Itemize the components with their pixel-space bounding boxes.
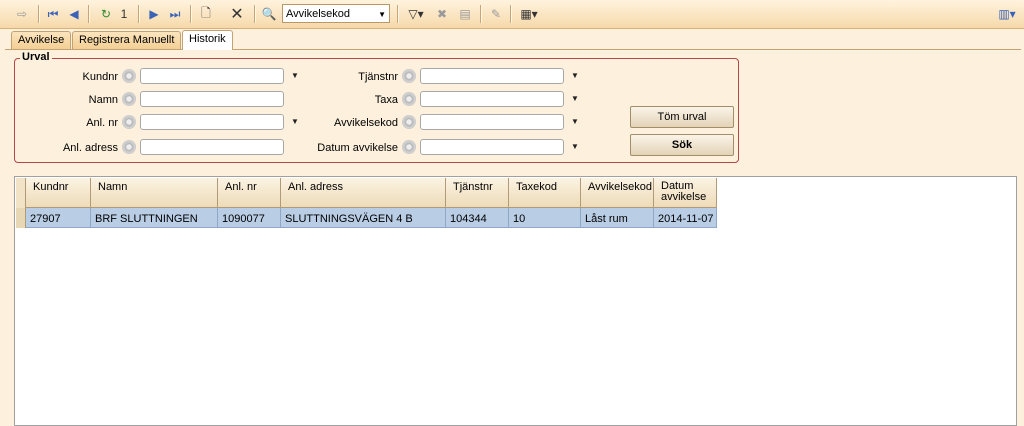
avvikelsekod-dropdown-icon[interactable]: ▼ [568, 115, 582, 129]
anl-nr-label: Anl. nr [86, 117, 118, 129]
separator [138, 5, 140, 23]
cell-avvikelsekod: Låst rum [581, 208, 654, 228]
datum-avvikelse-input[interactable] [420, 139, 564, 155]
new-record-icon[interactable]: 🗋 [197, 4, 215, 24]
filter-toggle-icon[interactable]: ▤ [456, 4, 474, 24]
column-header-anl-adress[interactable]: Anl. adress [281, 178, 446, 208]
options-icon[interactable]: ▥▾ [994, 4, 1020, 24]
cell-datum-avvikelse: 2014-11-07 [654, 208, 717, 228]
row-selector[interactable] [16, 208, 26, 228]
last-record-icon[interactable]: ⏭ [167, 4, 183, 24]
binoculars-icon[interactable]: 🔍 [260, 4, 278, 24]
taxa-input[interactable] [420, 91, 564, 107]
previous-record-icon[interactable]: ◀ [66, 4, 82, 24]
anl-adress-label: Anl. adress [62, 142, 118, 154]
cell-kundnr: 27907 [26, 208, 91, 228]
column-header-taxekod[interactable]: Taxekod [509, 178, 581, 208]
cell-tjanstnr: 104344 [446, 208, 509, 228]
separator [254, 5, 256, 23]
first-record-icon[interactable]: ⏮ [45, 4, 61, 24]
back-icon[interactable]: ⇨ [12, 4, 32, 24]
next-record-icon[interactable]: ▶ [146, 4, 162, 24]
tab-historik[interactable]: Historik [182, 30, 233, 50]
anl-nr-input[interactable] [140, 114, 284, 130]
gear-icon[interactable] [402, 69, 416, 83]
tab-registrera-manuellt[interactable]: Registrera Manuellt [72, 31, 182, 49]
avvikelsekod-input[interactable] [420, 114, 564, 130]
edit-icon[interactable]: ✎ [487, 4, 505, 24]
kundnr-input[interactable] [140, 68, 284, 84]
column-header-avvikelsekod[interactable]: Avvikelsekod [581, 178, 654, 208]
page-number: 1 [120, 7, 128, 21]
chevron-down-icon: ▼ [378, 10, 386, 19]
separator [510, 5, 512, 23]
delete-icon[interactable]: ✕ [228, 4, 246, 24]
cell-anl-nr: 1090077 [218, 208, 281, 228]
clear-selection-button[interactable]: Töm urval [630, 106, 734, 128]
search-field-value: Avvikelsekod [286, 8, 350, 20]
kundnr-label: Kundnr [82, 71, 118, 83]
separator [397, 5, 399, 23]
namn-label: Namn [88, 94, 118, 106]
column-header-anl-nr[interactable]: Anl. nr [218, 178, 281, 208]
gear-icon[interactable] [122, 140, 136, 154]
tjanstnr-label: Tjänstnr [358, 71, 398, 83]
gear-icon[interactable] [402, 140, 416, 154]
column-header-datum-avvikelse[interactable]: Datum avvikelse [654, 178, 717, 208]
tab-divider [5, 49, 1021, 50]
avvikelsekod-label: Avvikelsekod [334, 117, 398, 129]
gear-icon[interactable] [402, 92, 416, 106]
toolbar: ⇨ ⏮ ◀ ↻ 1 ▶ ⏭ 🗋 ✕ 🔍 Avvikelsekod ▼ ▽▾ ✖ … [0, 0, 1024, 29]
separator [190, 5, 192, 23]
anl-adress-input[interactable] [140, 139, 284, 155]
gear-icon[interactable] [122, 92, 136, 106]
column-header-namn[interactable]: Namn [91, 178, 218, 208]
taxa-dropdown-icon[interactable]: ▼ [568, 92, 582, 106]
tab-avvikelse[interactable]: Avvikelse [11, 31, 72, 49]
column-header-tjanstnr[interactable]: Tjänstnr [446, 178, 509, 208]
gear-icon[interactable] [122, 115, 136, 129]
cell-namn: BRF SLUTTNINGEN [91, 208, 218, 228]
results-grid: Kundnr Namn Anl. nr Anl. adress Tjänstnr… [14, 176, 1017, 426]
column-header-kundnr[interactable]: Kundnr [26, 178, 91, 208]
taxa-label: Taxa [374, 94, 398, 106]
tjanstnr-dropdown-icon[interactable]: ▼ [568, 69, 582, 83]
report-icon[interactable]: ▦▾ [516, 4, 542, 24]
namn-input[interactable] [140, 91, 284, 107]
separator [88, 5, 90, 23]
search-button[interactable]: Sök [630, 134, 734, 156]
filter-icon[interactable]: ▽▾ [403, 4, 429, 24]
refresh-icon[interactable]: ↻ [97, 4, 115, 24]
separator [38, 5, 40, 23]
urval-title: Urval [20, 51, 52, 63]
clear-filter-icon[interactable]: ✖ [433, 4, 451, 24]
cell-anl-adress: SLUTTNINGSVÄGEN 4 B [281, 208, 446, 228]
gear-icon[interactable] [122, 69, 136, 83]
cell-taxekod: 10 [509, 208, 581, 228]
separator [480, 5, 482, 23]
row-header-corner [16, 178, 26, 208]
datum-avvikelse-label: Datum avvikelse [317, 142, 398, 154]
gear-icon[interactable] [402, 115, 416, 129]
datum-avvikelse-dropdown-icon[interactable]: ▼ [568, 140, 582, 154]
tjanstnr-input[interactable] [420, 68, 564, 84]
search-field-select[interactable]: Avvikelsekod ▼ [282, 4, 390, 23]
